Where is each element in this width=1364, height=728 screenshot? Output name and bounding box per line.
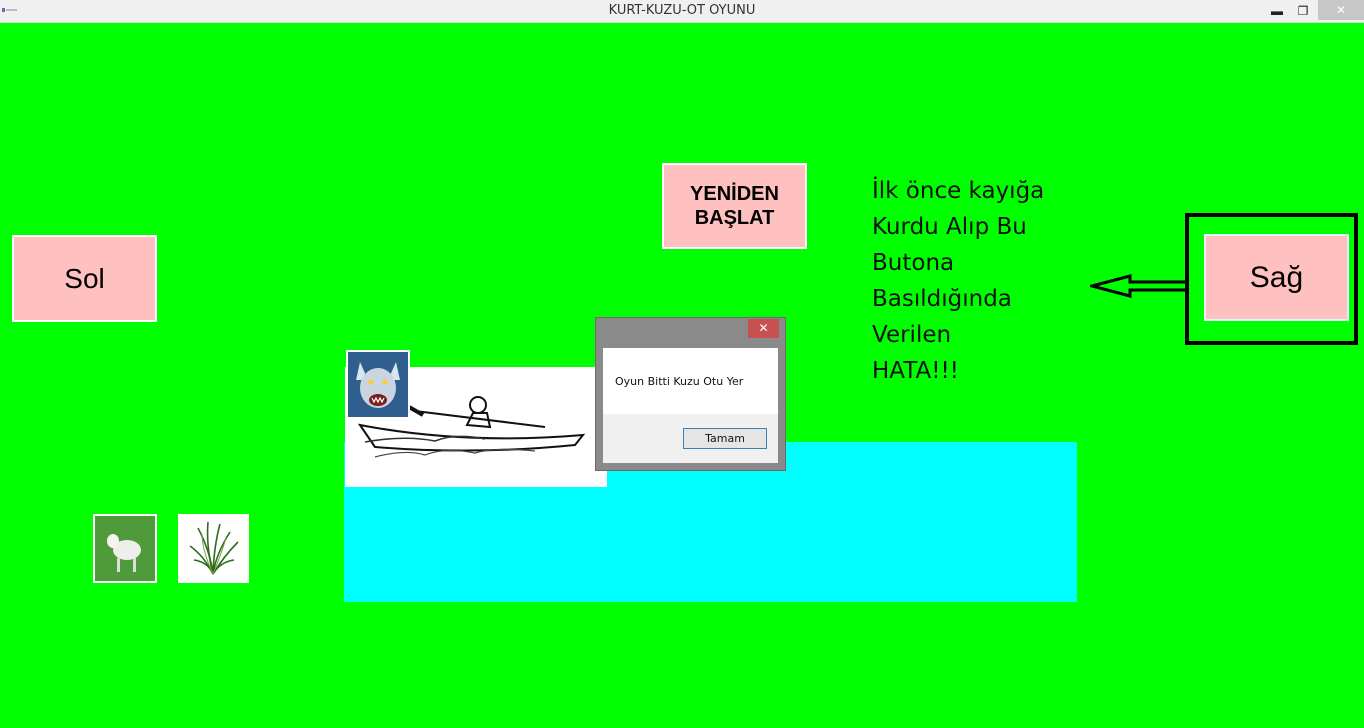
wolf-image[interactable] — [346, 350, 410, 419]
annotation-line: Kurdu Alıp Bu — [872, 214, 1027, 240]
sheep-icon — [95, 516, 155, 581]
window-close-button[interactable]: ✕ — [1318, 0, 1364, 20]
annotation-line: İlk önce kayığa — [872, 178, 1045, 204]
arrow-left-icon — [1090, 274, 1189, 298]
message-dialog: ✕ Oyun Bitti Kuzu Otu Yer Tamam — [595, 317, 786, 471]
minimize-button[interactable]: ▬ — [1264, 0, 1290, 22]
wolf-icon — [348, 352, 408, 417]
dialog-footer: Tamam — [603, 414, 778, 463]
window-titlebar: KURT-KUZU-OT OYUNU ▬ ❐ ✕ — [0, 0, 1364, 23]
sheep-image[interactable] — [93, 514, 157, 583]
restore-button[interactable]: ❐ — [1290, 0, 1316, 22]
annotation-line: Basıldığında — [872, 286, 1012, 312]
sol-button[interactable]: Sol — [12, 235, 157, 322]
dialog-body: Oyun Bitti Kuzu Otu Yer — [603, 348, 778, 414]
window-title: KURT-KUZU-OT OYUNU — [608, 3, 756, 18]
game-area: Sol YENİDEN BAŞLAT İlk önce kayığa Kurdu… — [0, 23, 1364, 728]
restart-button[interactable]: YENİDEN BAŞLAT — [662, 163, 807, 249]
dialog-message: Oyun Bitti Kuzu Otu Yer — [615, 375, 744, 388]
sag-button[interactable]: Sağ — [1204, 234, 1349, 321]
grass-icon — [180, 516, 247, 581]
annotation-text: İlk önce kayığa Kurdu Alıp Bu Butona Bas… — [872, 173, 1062, 389]
grass-image[interactable] — [178, 514, 249, 583]
restart-label-line2: BAŞLAT — [694, 207, 775, 229]
dialog-close-button[interactable]: ✕ — [748, 319, 779, 338]
restart-label-line1: YENİDEN — [690, 183, 779, 205]
annotation-line: HATA!!! — [872, 358, 959, 384]
ok-button[interactable]: Tamam — [683, 428, 767, 449]
annotation-line: Verilen — [872, 322, 952, 348]
annotation-line: Butona — [872, 250, 955, 276]
